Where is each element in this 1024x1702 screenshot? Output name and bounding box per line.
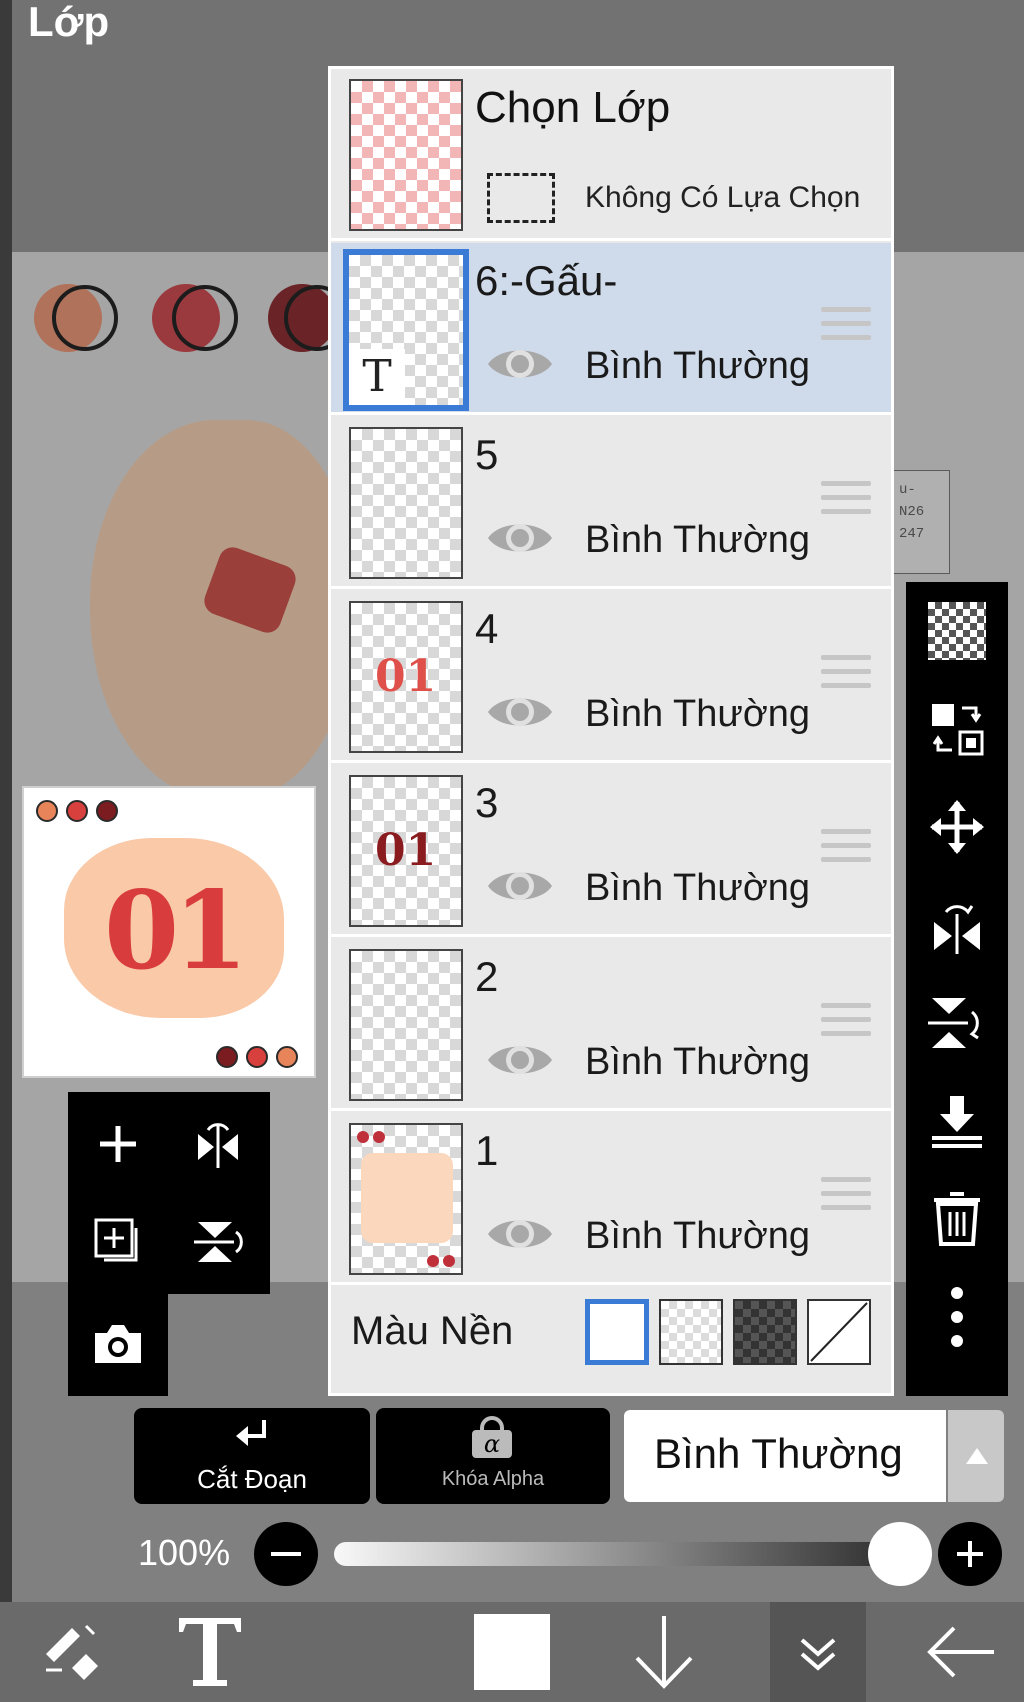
text-tool-icon[interactable] [150, 1602, 270, 1702]
alpha-lock-button[interactable]: α Khóa Alpha [376, 1408, 610, 1504]
clipping-button[interactable]: Cắt Đoạn [134, 1408, 370, 1504]
drag-handle-icon[interactable] [821, 481, 871, 525]
visibility-eye-icon[interactable] [486, 1211, 554, 1257]
layer-panel: Chọn Lớp Không Có Lựa Chọn T 6:-Gấu- Bìn… [328, 66, 894, 1396]
clipping-label: Cắt Đoạn [197, 1464, 307, 1494]
text-layer-icon: T [349, 349, 405, 405]
visibility-eye-icon[interactable] [486, 1037, 554, 1083]
selection-layer-row[interactable]: Chọn Lớp Không Có Lựa Chọn [331, 69, 891, 241]
blend-mode-select[interactable]: Bình Thường [624, 1410, 946, 1502]
thumbnail-number: 01 [104, 868, 248, 994]
drag-handle-icon[interactable] [821, 1177, 871, 1221]
sticker-line: N26 [899, 504, 925, 520]
alpha-lock-label: Khóa Alpha [441, 1468, 545, 1490]
color-swatch-icon[interactable] [452, 1602, 572, 1702]
layer-row-5[interactable]: 5 Bình Thường [331, 417, 891, 589]
layer-row-2[interactable]: 2 Bình Thường [331, 939, 891, 1111]
layer-thumbnail: T [343, 249, 469, 411]
opacity-decrease-button[interactable] [254, 1522, 318, 1586]
canvas-sticker: u- N26 247 [892, 470, 950, 574]
camera-icon[interactable] [90, 1316, 146, 1372]
right-toolbar [906, 582, 1008, 1396]
layer-blend-mode: Bình Thường [585, 693, 811, 735]
drag-handle-icon[interactable] [821, 307, 871, 351]
swap-layers-icon[interactable] [924, 696, 990, 762]
alpha-glyph: α [472, 1430, 512, 1458]
opacity-slider[interactable] [334, 1542, 902, 1566]
layer-thumbnail: 01 [349, 775, 463, 927]
tools-icon[interactable] [10, 1602, 130, 1702]
layer-blend-mode: Bình Thường [585, 519, 811, 561]
selection-subtitle: Không Có Lựa Chọn [585, 181, 861, 214]
left-edge [0, 0, 12, 1702]
more-icon[interactable] [924, 1284, 990, 1350]
move-icon[interactable] [924, 794, 990, 860]
add-layer-icon[interactable] [90, 1116, 146, 1172]
lock-icon: α [472, 1416, 512, 1458]
bottom-navigation [0, 1602, 1024, 1702]
drag-handle-icon[interactable] [821, 829, 871, 873]
background-checker-light-swatch[interactable] [659, 1299, 723, 1365]
trash-icon[interactable] [924, 1186, 990, 1252]
layer-blend-mode: Bình Thường [585, 1041, 811, 1083]
flip-horizontal-icon[interactable] [190, 1116, 246, 1172]
marquee-icon [487, 173, 555, 223]
visibility-eye-icon[interactable] [486, 515, 554, 561]
layer-blend-mode: Bình Thường [585, 867, 811, 909]
screen-title: Lớp [28, 0, 110, 45]
background-color-label: Màu Nền [351, 1309, 514, 1353]
flip-vertical-icon[interactable] [924, 990, 990, 1056]
selection-title: Chọn Lớp [475, 83, 671, 132]
blend-mode-chevron-up-icon[interactable] [948, 1410, 1004, 1502]
collapse-icon[interactable] [770, 1602, 866, 1702]
canvas-palette [0, 0, 350, 352]
layer-row-4[interactable]: 01 4 Bình Thường [331, 591, 891, 763]
opacity-slider-knob[interactable] [868, 1522, 932, 1586]
layer-name: 3 [475, 779, 499, 826]
layer-name: 5 [475, 431, 499, 478]
background-color-row: Màu Nền [331, 1281, 891, 1393]
layer-thumbnail-art: 01 [375, 825, 437, 876]
layer-name: 4 [475, 605, 499, 652]
left-tool-panel-lower [68, 1292, 168, 1396]
back-arrow-icon[interactable] [900, 1602, 1020, 1702]
background-white-swatch[interactable] [585, 1299, 649, 1365]
layer-row-6[interactable]: T 6:-Gấu- Bình Thường [331, 243, 891, 415]
layer-thumbnail [349, 1123, 463, 1275]
flip-horizontal-icon[interactable] [924, 892, 990, 958]
selection-thumbnail [349, 79, 463, 231]
blend-mode-value: Bình Thường [654, 1430, 903, 1477]
visibility-eye-icon[interactable] [486, 341, 554, 387]
drag-handle-icon[interactable] [821, 1003, 871, 1047]
drag-handle-icon[interactable] [821, 655, 871, 699]
layer-thumbnail-art: 01 [375, 651, 437, 702]
background-none-swatch[interactable] [807, 1299, 871, 1365]
layer-thumbnail [349, 949, 463, 1101]
visibility-eye-icon[interactable] [486, 863, 554, 909]
clipping-icon [236, 1420, 266, 1446]
transparency-icon[interactable] [924, 598, 990, 664]
merge-down-icon[interactable] [924, 1088, 990, 1154]
layer-name: 6:-Gấu- [475, 257, 618, 304]
canvas-thumbnail[interactable]: 01 [22, 786, 316, 1078]
opacity-increase-button[interactable] [938, 1522, 1002, 1586]
visibility-eye-icon[interactable] [486, 689, 554, 735]
flip-vertical-icon[interactable] [190, 1214, 246, 1270]
layer-thumbnail [349, 427, 463, 579]
down-arrow-icon[interactable] [604, 1602, 724, 1702]
left-tool-panel [68, 1092, 270, 1294]
sticker-line: u- [899, 482, 916, 498]
layer-blend-mode: Bình Thường [585, 1215, 811, 1257]
layer-row-3[interactable]: 01 3 Bình Thường [331, 765, 891, 937]
background-checker-dark-swatch[interactable] [733, 1299, 797, 1365]
layer-name: 2 [475, 953, 499, 1000]
sticker-line: 247 [899, 526, 925, 542]
layer-row-1[interactable]: 1 Bình Thường [331, 1113, 891, 1285]
copy-layer-icon[interactable] [90, 1214, 146, 1270]
layer-name: 1 [475, 1127, 499, 1174]
layer-blend-mode: Bình Thường [585, 345, 811, 387]
layer-thumbnail: 01 [349, 601, 463, 753]
opacity-value: 100% [138, 1532, 231, 1573]
